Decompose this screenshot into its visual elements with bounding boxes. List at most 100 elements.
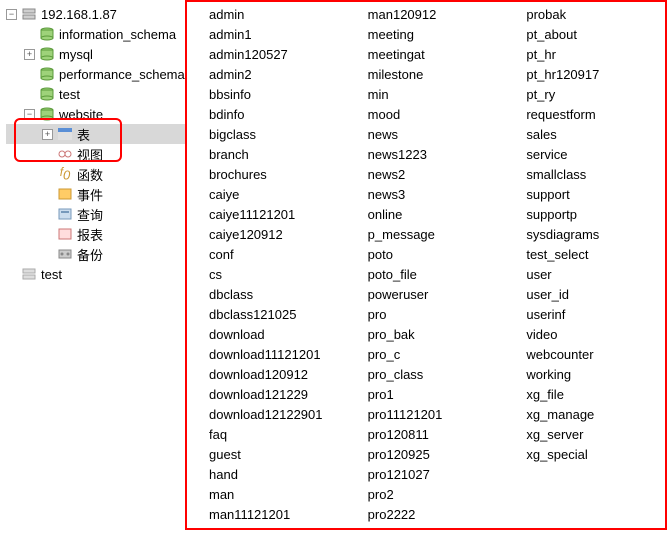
table-item[interactable]: pro2	[348, 484, 507, 504]
table-item[interactable]: pt_ry	[506, 84, 665, 104]
table-item[interactable]: user_id	[506, 284, 665, 304]
table-item[interactable]: man120912	[348, 4, 507, 24]
table-item[interactable]: webcounter	[506, 344, 665, 364]
table-item[interactable]: admin2	[189, 64, 348, 84]
table-item[interactable]: poweruser	[348, 284, 507, 304]
table-item[interactable]: pro2222	[348, 504, 507, 524]
tree-item-8[interactable]: 事件	[6, 184, 185, 204]
tree-item-5[interactable]: +表	[6, 124, 185, 144]
tree-item-4[interactable]: −website	[6, 104, 185, 124]
collapse-icon[interactable]: −	[6, 9, 17, 20]
table-item[interactable]: supportp	[506, 204, 665, 224]
table-item[interactable]: download120912	[189, 364, 348, 384]
tree-item-10[interactable]: 报表	[6, 224, 185, 244]
table-item[interactable]: min	[348, 84, 507, 104]
tree-footer[interactable]: test	[6, 264, 185, 284]
table-item[interactable]: pro1	[348, 384, 507, 404]
table-item[interactable]: news2	[348, 164, 507, 184]
table-item[interactable]: smallclass	[506, 164, 665, 184]
table-item[interactable]: pro121027	[348, 464, 507, 484]
table-item[interactable]: bigclass	[189, 124, 348, 144]
table-item[interactable]: branch	[189, 144, 348, 164]
table-item[interactable]: news3	[348, 184, 507, 204]
table-item[interactable]: pt_hr	[506, 44, 665, 64]
table-item[interactable]: dbclass121025	[189, 304, 348, 324]
tree-item-2[interactable]: performance_schema	[6, 64, 185, 84]
table-item[interactable]: cs	[189, 264, 348, 284]
table-item[interactable]: admin1	[189, 24, 348, 44]
tree-item-9[interactable]: 查询	[6, 204, 185, 224]
table-item[interactable]: meetingat	[348, 44, 507, 64]
table-item[interactable]: bdinfo	[189, 104, 348, 124]
table-item[interactable]: bbsinfo	[189, 84, 348, 104]
table-item[interactable]: probak	[506, 4, 665, 24]
table-item[interactable]: userinf	[506, 304, 665, 324]
table-item[interactable]: admin120527	[189, 44, 348, 64]
table-item-label: user	[526, 267, 551, 282]
tree-item-7[interactable]: f0函数	[6, 164, 185, 184]
table-item[interactable]: brochures	[189, 164, 348, 184]
table-item[interactable]: man	[189, 484, 348, 504]
tree-item-1[interactable]: +mysql	[6, 44, 185, 64]
tree-item-3[interactable]: test	[6, 84, 185, 104]
table-item[interactable]: p_message	[348, 224, 507, 244]
table-item[interactable]: xg_manage	[506, 404, 665, 424]
table-item[interactable]: news1223	[348, 144, 507, 164]
collapse-icon[interactable]: −	[24, 109, 35, 120]
table-item[interactable]: download	[189, 324, 348, 344]
table-item[interactable]: pro_bak	[348, 324, 507, 344]
tree-item-6[interactable]: 视图	[6, 144, 185, 164]
table-item[interactable]: sysdiagrams	[506, 224, 665, 244]
table-icon	[348, 307, 364, 321]
table-item[interactable]: video	[506, 324, 665, 344]
table-item[interactable]: pro_class	[348, 364, 507, 384]
table-item[interactable]: xg_special	[506, 444, 665, 464]
table-icon	[506, 107, 522, 121]
table-item[interactable]: poto	[348, 244, 507, 264]
table-item[interactable]: download11121201	[189, 344, 348, 364]
table-item[interactable]: pro_c	[348, 344, 507, 364]
table-item[interactable]: download121229	[189, 384, 348, 404]
table-item[interactable]: xg_server	[506, 424, 665, 444]
table-item[interactable]: pt_about	[506, 24, 665, 44]
table-item[interactable]: meeting	[348, 24, 507, 44]
table-item-label: userinf	[526, 307, 565, 322]
table-item[interactable]: caiye11121201	[189, 204, 348, 224]
table-item[interactable]: pro120811	[348, 424, 507, 444]
table-item-label: download120912	[209, 367, 308, 382]
table-item[interactable]: support	[506, 184, 665, 204]
table-icon	[189, 27, 205, 41]
table-item[interactable]: pro11121201	[348, 404, 507, 424]
tree-item-0[interactable]: information_schema	[6, 24, 185, 44]
table-item[interactable]: news	[348, 124, 507, 144]
table-item[interactable]: online	[348, 204, 507, 224]
table-item[interactable]: mood	[348, 104, 507, 124]
table-item[interactable]: requestform	[506, 104, 665, 124]
table-item[interactable]: pro120925	[348, 444, 507, 464]
table-item[interactable]: guest	[189, 444, 348, 464]
table-item[interactable]: user	[506, 264, 665, 284]
table-item[interactable]: test_select	[506, 244, 665, 264]
expand-icon[interactable]: +	[24, 49, 35, 60]
table-item[interactable]: faq	[189, 424, 348, 444]
table-item[interactable]: milestone	[348, 64, 507, 84]
expand-icon[interactable]: +	[42, 129, 53, 140]
table-item[interactable]: admin	[189, 4, 348, 24]
table-item[interactable]: hand	[189, 464, 348, 484]
table-item[interactable]: conf	[189, 244, 348, 264]
table-item[interactable]: pt_hr120917	[506, 64, 665, 84]
table-item[interactable]: man11121201	[189, 504, 348, 524]
table-item[interactable]: poto_file	[348, 264, 507, 284]
tree-root[interactable]: − 192.168.1.87	[6, 4, 185, 24]
table-item[interactable]: working	[506, 364, 665, 384]
table-item-label: download121229	[209, 387, 308, 402]
table-item[interactable]: caiye120912	[189, 224, 348, 244]
table-item[interactable]: pro	[348, 304, 507, 324]
table-item[interactable]: caiye	[189, 184, 348, 204]
table-item[interactable]: xg_file	[506, 384, 665, 404]
table-item[interactable]: sales	[506, 124, 665, 144]
table-item[interactable]: download12122901	[189, 404, 348, 424]
table-item[interactable]: service	[506, 144, 665, 164]
table-item[interactable]: dbclass	[189, 284, 348, 304]
tree-item-11[interactable]: 备份	[6, 244, 185, 264]
